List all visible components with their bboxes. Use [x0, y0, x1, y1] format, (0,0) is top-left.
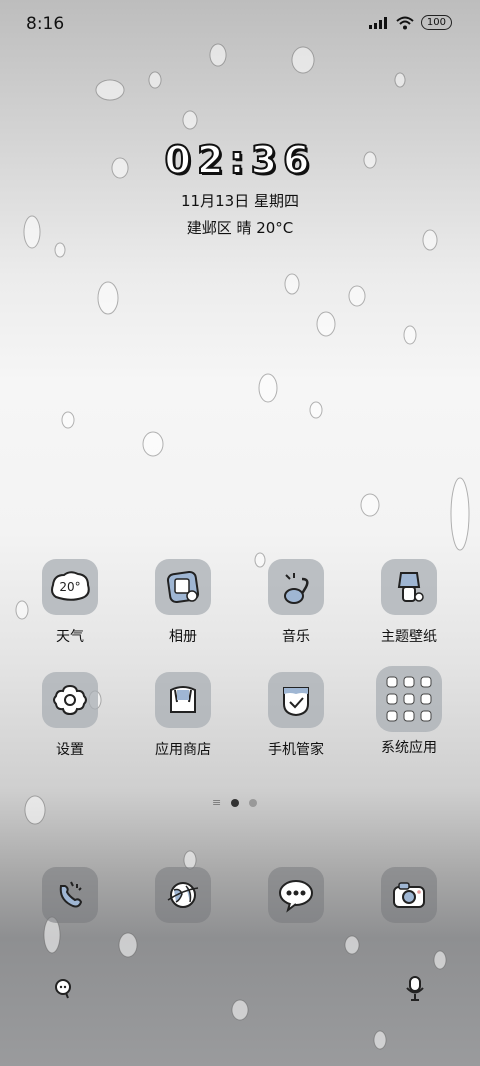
app-music[interactable]: 音乐 — [246, 559, 346, 646]
app-gallery[interactable]: 相册 — [133, 559, 233, 646]
messages-icon — [268, 867, 324, 923]
page-indicator[interactable]: ≡ — [212, 796, 258, 809]
search-icon — [55, 979, 71, 999]
dock-messages[interactable] — [246, 867, 346, 923]
system-apps-folder-icon — [376, 666, 442, 732]
app-label: 手机管家 — [268, 742, 324, 758]
browser-icon — [155, 867, 211, 923]
app-label: 相册 — [169, 629, 197, 645]
app-store-icon — [155, 672, 211, 728]
app-label: 系统应用 — [381, 740, 437, 756]
music-icon — [268, 559, 324, 615]
clock-weather: 建邺区 晴 20°C — [186, 219, 294, 237]
app-label: 设置 — [56, 742, 84, 758]
wifi-icon — [396, 16, 414, 29]
app-label: 应用商店 — [155, 742, 211, 758]
dock-phone[interactable] — [20, 867, 120, 923]
phone-manager-icon — [268, 672, 324, 728]
status-bar: 8:16 100 — [0, 0, 480, 46]
signal-icon — [368, 16, 387, 29]
app-weather[interactable]: 20° 天气 — [20, 559, 120, 646]
voice-assistant-button[interactable] — [404, 975, 426, 1007]
clock-time: 02:36 — [164, 137, 316, 183]
page-dot-active — [231, 798, 240, 807]
page-dot — [249, 798, 258, 807]
app-label: 音乐 — [282, 629, 310, 645]
camera-icon — [381, 867, 437, 923]
settings-icon — [42, 672, 98, 728]
gallery-icon — [155, 559, 211, 615]
app-phone-manager[interactable]: 手机管家 — [246, 672, 346, 759]
app-label: 主题壁纸 — [381, 629, 437, 645]
themes-icon — [381, 559, 437, 615]
page-list-icon: ≡ — [212, 796, 222, 809]
folder-system-apps[interactable]: 系统应用 — [359, 666, 459, 757]
app-themes[interactable]: 主题壁纸 — [359, 559, 459, 646]
dock-browser[interactable] — [133, 867, 233, 923]
battery-indicator: 100 — [420, 15, 452, 30]
status-time: 8:16 — [26, 14, 65, 34]
phone-icon — [42, 867, 98, 923]
app-store[interactable]: 应用商店 — [133, 672, 233, 759]
voice-assistant-icon — [406, 976, 424, 1001]
dock-camera[interactable] — [359, 867, 459, 923]
weather-icon: 20° — [42, 559, 98, 615]
clock-date: 11月13日 星期四 — [181, 192, 299, 210]
app-settings[interactable]: 设置 — [20, 672, 120, 759]
svg-text:20°: 20° — [59, 580, 80, 594]
clock-widget[interactable]: 02:36 11月13日 星期四 建邺区 晴 20°C — [0, 137, 480, 238]
search-button[interactable] — [52, 977, 76, 1005]
app-label: 天气 — [56, 629, 84, 645]
